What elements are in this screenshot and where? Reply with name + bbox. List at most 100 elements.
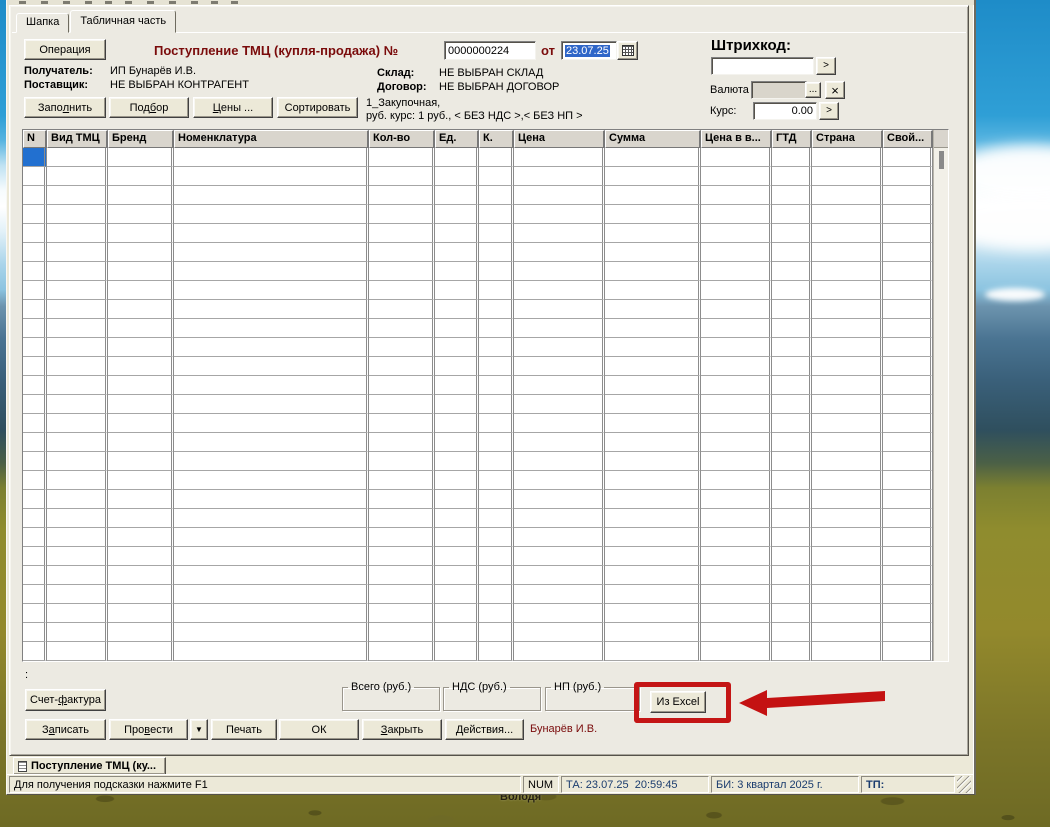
tab-table-part[interactable]: Табличная часть	[70, 10, 176, 33]
table-cell[interactable]	[772, 300, 812, 319]
table-cell[interactable]	[772, 357, 812, 376]
table-cell[interactable]	[772, 395, 812, 414]
table-cell[interactable]	[514, 433, 605, 452]
table-cell[interactable]	[514, 623, 605, 642]
table-cell[interactable]	[23, 167, 47, 186]
table-cell[interactable]	[108, 281, 174, 300]
table-cell[interactable]	[772, 338, 812, 357]
table-cell[interactable]	[369, 319, 435, 338]
table-cell[interactable]	[772, 186, 812, 205]
table-cell[interactable]	[514, 300, 605, 319]
table-cell[interactable]	[605, 490, 701, 509]
table-cell[interactable]	[701, 148, 772, 167]
currency-clear-button[interactable]: ×	[825, 81, 845, 99]
table-cell[interactable]	[47, 338, 108, 357]
table-cell[interactable]	[883, 357, 933, 376]
table-cell[interactable]	[369, 281, 435, 300]
table-cell[interactable]	[369, 642, 435, 661]
table-cell[interactable]	[479, 566, 514, 585]
table-cell[interactable]	[108, 490, 174, 509]
table-cell[interactable]	[479, 433, 514, 452]
table-cell[interactable]	[369, 243, 435, 262]
table-cell[interactable]	[479, 186, 514, 205]
table-cell[interactable]	[23, 509, 47, 528]
table-cell[interactable]	[479, 300, 514, 319]
table-cell[interactable]	[369, 224, 435, 243]
currency-ellipsis-button[interactable]: ...	[805, 82, 821, 98]
table-cell[interactable]	[23, 224, 47, 243]
table-cell[interactable]	[369, 186, 435, 205]
table-cell[interactable]	[605, 433, 701, 452]
operation-button[interactable]: Операция	[24, 39, 106, 60]
resize-grip[interactable]	[957, 776, 971, 793]
table-cell[interactable]	[47, 433, 108, 452]
table-cell[interactable]	[479, 319, 514, 338]
table-cell[interactable]	[479, 262, 514, 281]
column-header-4[interactable]: Кол-во	[369, 130, 435, 148]
table-cell[interactable]	[701, 471, 772, 490]
table-cell[interactable]	[701, 167, 772, 186]
column-header-0[interactable]: N	[23, 130, 47, 148]
table-cell[interactable]	[883, 395, 933, 414]
table-cell[interactable]	[812, 509, 883, 528]
table-cell[interactable]	[812, 433, 883, 452]
table-cell[interactable]	[605, 452, 701, 471]
table-cell[interactable]	[23, 319, 47, 338]
table-cell[interactable]	[812, 148, 883, 167]
table-cell[interactable]	[605, 604, 701, 623]
table-cell[interactable]	[514, 604, 605, 623]
table-cell[interactable]	[174, 319, 369, 338]
table-cell[interactable]	[701, 585, 772, 604]
table-cell[interactable]	[174, 186, 369, 205]
table-cell[interactable]	[47, 642, 108, 661]
table-cell[interactable]	[701, 604, 772, 623]
table-cell[interactable]	[772, 452, 812, 471]
table-cell[interactable]	[812, 186, 883, 205]
table-cell[interactable]	[701, 319, 772, 338]
table-cell[interactable]	[369, 604, 435, 623]
table-cell[interactable]	[883, 300, 933, 319]
table-cell[interactable]	[23, 395, 47, 414]
table-cell[interactable]	[514, 452, 605, 471]
table-cell[interactable]	[479, 224, 514, 243]
table-cell[interactable]	[108, 528, 174, 547]
table-cell[interactable]	[369, 547, 435, 566]
table-cell[interactable]	[812, 395, 883, 414]
table-cell[interactable]	[479, 471, 514, 490]
table-cell[interactable]	[23, 528, 47, 547]
pick-button[interactable]: Подбор	[109, 97, 189, 118]
table-cell[interactable]	[369, 490, 435, 509]
table-cell[interactable]	[174, 376, 369, 395]
table-cell[interactable]	[23, 300, 47, 319]
table-cell[interactable]	[514, 547, 605, 566]
table-cell[interactable]	[108, 148, 174, 167]
table-cell[interactable]	[108, 300, 174, 319]
table-cell[interactable]	[47, 414, 108, 433]
table-cell[interactable]	[883, 186, 933, 205]
table-cell[interactable]	[47, 604, 108, 623]
table-cell[interactable]	[369, 528, 435, 547]
table-cell[interactable]	[174, 262, 369, 281]
table-cell[interactable]	[435, 281, 479, 300]
document-date-input[interactable]: 23.07.25	[561, 41, 617, 60]
table-cell[interactable]	[605, 300, 701, 319]
document-number-input[interactable]: 0000000224	[444, 41, 536, 60]
table-cell[interactable]	[23, 338, 47, 357]
table-cell[interactable]	[479, 490, 514, 509]
table-cell[interactable]	[479, 167, 514, 186]
prices-button[interactable]: Цены ...	[193, 97, 273, 118]
table-cell[interactable]	[812, 452, 883, 471]
table-cell[interactable]	[479, 528, 514, 547]
table-cell[interactable]	[174, 167, 369, 186]
table-cell[interactable]	[479, 243, 514, 262]
save-button[interactable]: Записать	[25, 719, 106, 740]
table-cell[interactable]	[812, 319, 883, 338]
table-cell[interactable]	[605, 642, 701, 661]
table-cell[interactable]	[701, 452, 772, 471]
table-cell[interactable]	[369, 395, 435, 414]
table-cell[interactable]	[883, 547, 933, 566]
table-cell[interactable]	[605, 376, 701, 395]
table-cell[interactable]	[108, 338, 174, 357]
table-cell[interactable]	[435, 642, 479, 661]
table-cell[interactable]	[23, 357, 47, 376]
